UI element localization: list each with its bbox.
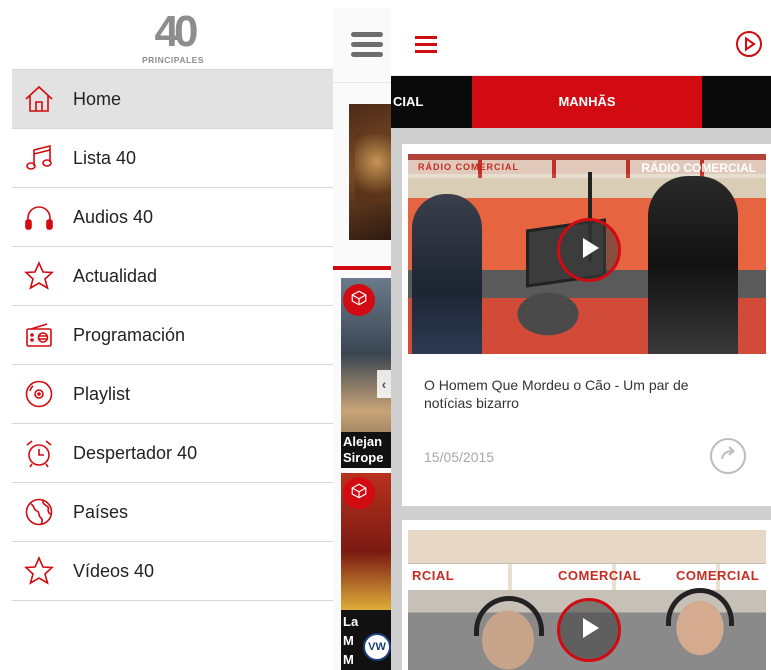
menu-item-label: Actualidad [73, 265, 158, 286]
video-thumbnail[interactable]: RÁDIO COMERCIAL RÁDIO COMERCIAL [408, 154, 766, 354]
cube-icon [350, 482, 368, 505]
menu-item-label: Programación [73, 324, 186, 345]
headphones-icon [21, 199, 57, 235]
menu-item-playlist[interactable]: Playlist [12, 365, 333, 424]
play-button[interactable] [557, 218, 621, 282]
category-badge [343, 284, 375, 316]
header-divider [333, 82, 391, 83]
play-button[interactable] [557, 598, 621, 662]
tab-comercial[interactable]: CIAL [391, 76, 471, 128]
category-tab-bar: CIAL MANHÃS [391, 76, 771, 128]
menu-item-label: Audios 40 [73, 206, 154, 227]
drawer-menu: Home Lista 40 Audios 40 Actualidad Progr… [12, 69, 333, 601]
star-outline-icon [21, 553, 57, 589]
logo-number: 40 [154, 7, 199, 56]
play-circle-icon[interactable] [735, 30, 763, 58]
video-card[interactable]: RCIAL COMERCIAL COMERCIAL [402, 520, 771, 670]
menu-item-label: Países [73, 501, 129, 522]
cube-icon [350, 289, 368, 312]
vw-logo: VW [363, 633, 391, 661]
menu-item-label: Home [73, 88, 122, 109]
thumbnail-watermark: RÁDIO COMERCIAL [418, 162, 519, 172]
logo-wordmark: PRINCIPALES [141, 55, 205, 65]
menu-item-paises[interactable]: Países [12, 483, 333, 542]
thumbnail-watermark: RCIAL [412, 568, 455, 583]
play-icon [575, 614, 603, 647]
video-title: O Homem Que Mordeu o Cão - Um par de not… [424, 377, 689, 411]
globe-icon [21, 494, 57, 530]
menu-item-despertador-40[interactable]: Despertador 40 [12, 424, 333, 483]
news-card[interactable]: La M M VW [341, 473, 391, 670]
app-logo: 40 PRINCIPALES [130, 8, 216, 66]
card-caption: Alejan Sirope [341, 432, 391, 468]
news-card[interactable]: ‹ Alejan Sirope [341, 278, 391, 468]
thumbnail-watermark: RÁDIO COMERCIAL [641, 161, 756, 175]
alarm-clock-icon [21, 435, 57, 471]
video-card[interactable]: RÁDIO COMERCIAL RÁDIO COMERCIAL O Homem … [402, 144, 771, 506]
menu-item-videos-40[interactable]: Vídeos 40 [12, 542, 333, 601]
menu-item-actualidad[interactable]: Actualidad [12, 247, 333, 306]
top-app-bar [391, 8, 771, 76]
navigation-drawer: 40 PRINCIPALES Home Lista 40 Audios 40 A… [0, 0, 333, 670]
thumbnail-watermark: COMERCIAL [558, 568, 642, 583]
menu-item-label: Despertador 40 [73, 442, 198, 463]
play-icon [575, 234, 603, 267]
video-thumbnail[interactable]: RCIAL COMERCIAL COMERCIAL [408, 530, 766, 670]
hamburger-menu-icon[interactable] [415, 36, 437, 53]
background-app-screen: ‹ Alejan Sirope La M M VW [333, 8, 391, 670]
star-icon [21, 258, 57, 294]
menu-item-label: Playlist [73, 383, 131, 404]
menu-item-label: Lista 40 [73, 147, 137, 168]
menu-item-label: Vídeos 40 [73, 560, 155, 581]
music-note-icon [21, 140, 57, 176]
menu-item-audios-40[interactable]: Audios 40 [12, 188, 333, 247]
radio-icon [21, 317, 57, 353]
thumbnail-watermark: COMERCIAL [676, 568, 760, 583]
accent-divider [333, 266, 391, 270]
album-artwork[interactable] [349, 104, 391, 240]
home-icon [21, 81, 57, 117]
hamburger-icon[interactable] [351, 32, 383, 58]
video-date: 15/05/2015 [424, 449, 495, 465]
video-feed: RÁDIO COMERCIAL RÁDIO COMERCIAL O Homem … [391, 128, 771, 670]
menu-item-home[interactable]: Home [12, 70, 333, 129]
menu-item-lista-40[interactable]: Lista 40 [12, 129, 333, 188]
share-button[interactable] [710, 438, 746, 474]
share-arrow-icon [718, 444, 738, 469]
disc-icon [21, 376, 57, 412]
category-badge [343, 477, 375, 509]
menu-item-programacion[interactable]: Programación [12, 306, 333, 365]
chevron-left-icon[interactable]: ‹ [377, 370, 391, 398]
foreground-app-screen: CIAL MANHÃS RÁDIO COMERCIAL RÁDIO COMERC… [391, 8, 771, 670]
tab-manhas[interactable]: MANHÃS [472, 76, 702, 128]
